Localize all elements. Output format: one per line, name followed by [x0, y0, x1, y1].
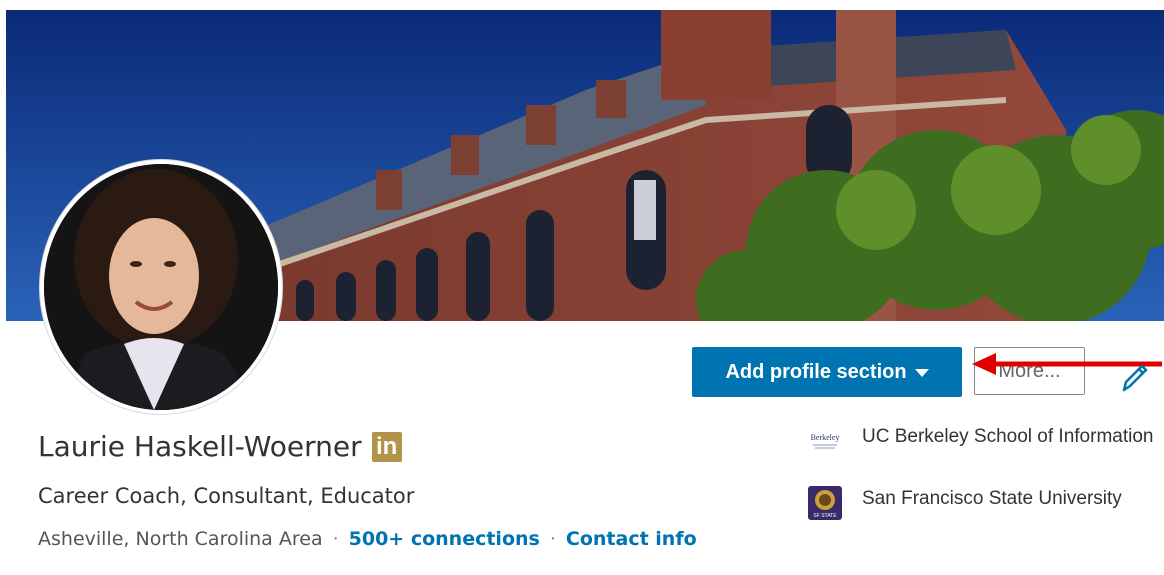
caret-down-icon	[914, 369, 929, 377]
svg-text:Berkeley: Berkeley	[811, 433, 840, 442]
connections-link[interactable]: 500+ connections	[349, 528, 540, 550]
contact-info-link[interactable]: Contact info	[566, 528, 697, 550]
pencil-icon[interactable]	[1118, 362, 1150, 394]
berkeley-logo-icon: Berkeley	[808, 424, 842, 458]
linkedin-badge-icon: in	[371, 431, 402, 462]
education-school-name: UC Berkeley School of Information	[862, 426, 1154, 447]
sfsu-seal-icon: SF STATE	[808, 486, 842, 520]
education-school-name: San Francisco State University	[862, 488, 1122, 509]
profile-meta: Asheville, North Carolina Area · 500+ co…	[38, 528, 697, 550]
separator: ·	[549, 528, 556, 550]
profile-photo[interactable]	[40, 160, 282, 414]
name-row: Laurie Haskell-Woerner in	[38, 430, 402, 463]
profile-page: Add profile section More... Laurie Haske…	[0, 0, 1164, 575]
add-profile-section-button[interactable]: Add profile section	[692, 347, 962, 397]
profile-name: Laurie Haskell-Woerner	[38, 430, 362, 463]
svg-text:SF STATE: SF STATE	[813, 513, 837, 519]
profile-headline: Career Coach, Consultant, Educator	[38, 484, 415, 508]
education-item[interactable]: SF STATE San Francisco State University	[808, 486, 1162, 520]
add-profile-section-label: Add profile section	[725, 360, 907, 383]
separator: ·	[332, 528, 339, 550]
profile-location: Asheville, North Carolina Area	[38, 528, 323, 550]
education-item[interactable]: Berkeley UC Berkeley School of Informati…	[808, 424, 1162, 458]
